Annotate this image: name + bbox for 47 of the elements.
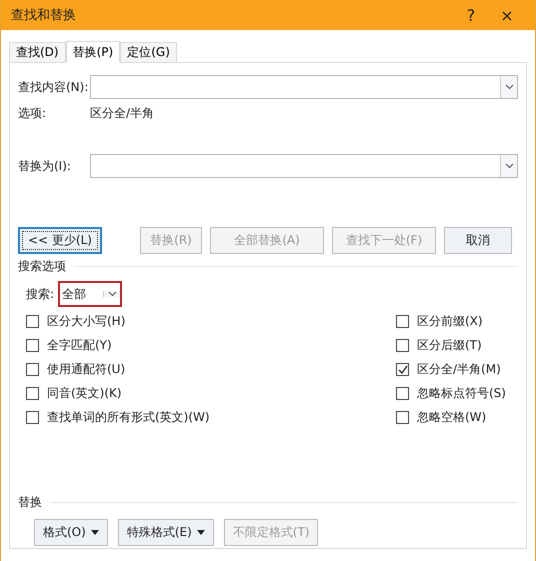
find-field[interactable] xyxy=(90,75,518,99)
action-button[interactable]: << 更少(L) xyxy=(18,227,102,254)
replace-field[interactable] xyxy=(90,154,518,178)
checkbox[interactable] xyxy=(396,387,409,400)
caret-icon xyxy=(196,530,205,535)
tab[interactable]: 定位(G) xyxy=(120,42,177,62)
options-label: 选项: xyxy=(18,105,48,122)
dropdown-button[interactable] xyxy=(500,76,517,98)
chevron-down-icon xyxy=(504,163,514,169)
checkbox[interactable] xyxy=(26,315,39,328)
checkbox-label: 忽略空格(W) xyxy=(417,409,486,426)
tab[interactable]: 替换(P) xyxy=(66,41,120,63)
checkbox[interactable] xyxy=(26,387,39,400)
dropdown-button[interactable] xyxy=(500,155,517,177)
checkbox-label: 使用通配符(U) xyxy=(47,361,126,378)
action-button[interactable]: 取消 xyxy=(444,227,512,254)
options-value: 区分全/半角 xyxy=(90,105,154,122)
help-button[interactable]: ? xyxy=(453,4,489,26)
checkbox-label: 同音(英文)(K) xyxy=(47,385,122,402)
chevron-down-icon xyxy=(504,84,514,90)
checkbox[interactable] xyxy=(396,411,409,424)
checkbox[interactable] xyxy=(26,411,39,424)
field-label: 替换为(I): xyxy=(18,158,72,174)
checkbox-label: 区分后缀(T) xyxy=(417,337,482,354)
checkbox[interactable] xyxy=(396,315,409,328)
search-dropdown[interactable]: 全部 xyxy=(58,281,122,307)
caret-icon xyxy=(90,530,99,535)
format-button[interactable]: 格式(O) xyxy=(34,519,108,546)
checkbox[interactable] xyxy=(396,363,409,376)
search-label: 搜索: xyxy=(26,286,54,302)
checkbox-label: 全字匹配(Y) xyxy=(47,337,112,354)
format-button[interactable]: 特殊格式(E) xyxy=(118,519,214,546)
chevron-down-icon xyxy=(108,291,117,297)
checkbox-label: 区分前缀(X) xyxy=(417,313,483,330)
checkbox[interactable] xyxy=(26,363,39,376)
checkbox-label: 区分大小写(H) xyxy=(47,313,126,330)
checkbox-label: 忽略标点符号(S) xyxy=(417,385,506,402)
checkbox-label: 区分全/半角(M) xyxy=(417,361,501,378)
section-heading: 搜索选项 xyxy=(18,258,66,275)
checkbox-label: 查找单词的所有形式(英文)(W) xyxy=(47,409,210,426)
window-title: 查找和替换 xyxy=(11,7,77,24)
field-label: 查找内容(N): xyxy=(18,78,90,96)
close-button[interactable]: × xyxy=(489,4,525,26)
tab[interactable]: 查找(D) xyxy=(9,42,66,62)
section-heading: 替换 xyxy=(18,494,42,511)
checkbox[interactable] xyxy=(26,339,39,352)
checkbox[interactable] xyxy=(396,339,409,352)
